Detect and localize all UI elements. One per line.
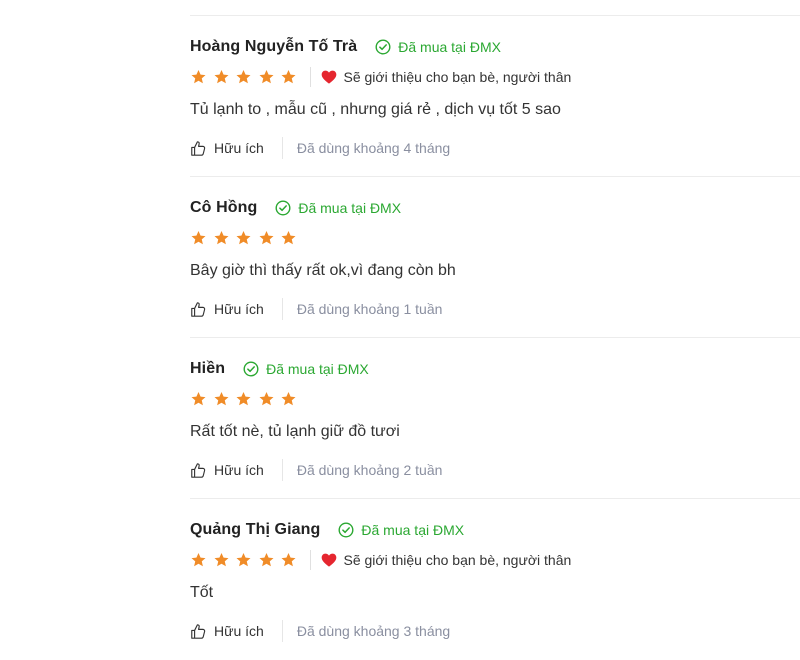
helpful-button[interactable]: Hữu ích <box>190 140 264 157</box>
review-content: Tủ lạnh to , mẫu cũ , nhưng giá rẻ , dịc… <box>190 101 561 118</box>
verified-purchase-badge: Đã mua tại ĐMX <box>375 39 501 55</box>
check-circle-icon <box>243 361 259 377</box>
thumbs-up-icon <box>191 623 206 639</box>
verified-purchase-badge: Đã mua tại ĐMX <box>275 200 401 216</box>
star-icon <box>281 553 296 567</box>
helpful-label: Hữu ích <box>214 140 264 156</box>
star-icon <box>281 231 296 245</box>
star-icon <box>259 553 273 567</box>
helpful-button[interactable]: Hữu ích <box>190 301 264 318</box>
rating-row <box>190 228 303 248</box>
reviewer-name: Hoàng Nguyễn Tố Trà <box>190 38 358 55</box>
star-icon <box>214 553 228 567</box>
helpful-button[interactable]: Hữu ích <box>190 462 264 479</box>
verified-label: Đã mua tại ĐMX <box>361 522 465 538</box>
review-header: Hiền Đã mua tại ĐMX <box>190 358 369 380</box>
star-rating <box>190 552 303 568</box>
review-header: Hoàng Nguyễn Tố Trà Đã mua tại ĐMX <box>190 36 501 58</box>
star-icon <box>236 70 251 84</box>
star-rating <box>190 69 303 85</box>
recommend-label: Sẽ giới thiệu cho bạn bè, người thân <box>343 69 572 85</box>
star-icon <box>281 70 296 84</box>
review-actions: Hữu ích Đã dùng khoảng 2 tuần <box>190 458 442 482</box>
star-icon <box>236 553 251 567</box>
review-header: Quảng Thị Giang Đã mua tại ĐMX <box>190 519 464 541</box>
rating-row: Sẽ giới thiệu cho bạn bè, người thân <box>190 67 571 87</box>
star-icon <box>259 392 273 406</box>
helpful-label: Hữu ích <box>214 301 264 317</box>
thumbs-up-icon <box>191 462 206 478</box>
helpful-label: Hữu ích <box>214 462 264 478</box>
usage-duration: Đã dùng khoảng 3 tháng <box>281 620 450 642</box>
review-header: Cô Hồng Đã mua tại ĐMX <box>190 197 401 219</box>
review-actions: Hữu ích Đã dùng khoảng 3 tháng <box>190 619 450 643</box>
rating-row: Sẽ giới thiệu cho bạn bè, người thân <box>190 550 571 570</box>
reviewer-name: Hiền <box>190 360 226 377</box>
review-content: Tốt <box>190 584 214 601</box>
helpful-button[interactable]: Hữu ích <box>190 623 264 640</box>
recommend-badge: Sẽ giới thiệu cho bạn bè, người thân <box>309 67 572 87</box>
star-icon <box>214 70 228 84</box>
star-icon <box>236 392 251 406</box>
review-content: Rất tốt nè, tủ lạnh giữ đồ tươi <box>190 423 400 440</box>
star-icon <box>191 231 206 245</box>
review-item: Quảng Thị Giang Đã mua tại ĐMX Sẽ giới t… <box>190 499 800 660</box>
star-icon <box>191 553 206 567</box>
star-icon <box>236 231 251 245</box>
recommend-badge: Sẽ giới thiệu cho bạn bè, người thân <box>309 550 572 570</box>
star-icon <box>191 70 206 84</box>
heart-icon <box>321 70 336 84</box>
star-icon <box>281 392 296 406</box>
review-actions: Hữu ích Đã dùng khoảng 1 tuần <box>190 297 442 321</box>
review-item: Cô Hồng Đã mua tại ĐMX Bây giờ thì thấy … <box>190 177 800 338</box>
reviewer-name: Quảng Thị Giang <box>190 521 321 538</box>
thumbs-up-icon <box>191 301 206 317</box>
rating-row <box>190 389 303 409</box>
star-icon <box>191 392 206 406</box>
review-actions: Hữu ích Đã dùng khoảng 4 tháng <box>190 136 450 160</box>
recommend-label: Sẽ giới thiệu cho bạn bè, người thân <box>343 552 572 568</box>
star-rating <box>190 391 303 407</box>
verified-purchase-badge: Đã mua tại ĐMX <box>338 522 464 538</box>
star-icon <box>259 70 273 84</box>
thumbs-up-icon <box>191 140 206 156</box>
usage-duration: Đã dùng khoảng 4 tháng <box>281 137 450 159</box>
verified-label: Đã mua tại ĐMX <box>398 39 501 55</box>
star-icon <box>259 231 273 245</box>
verified-purchase-badge: Đã mua tại ĐMX <box>243 361 369 377</box>
check-circle-icon <box>275 200 291 216</box>
check-circle-icon <box>338 522 354 538</box>
star-icon <box>214 392 228 406</box>
review-content: Bây giờ thì thấy rất ok,vì đang còn bh <box>190 262 456 279</box>
review-item: Hoàng Nguyễn Tố Trà Đã mua tại ĐMX Sẽ gi… <box>190 16 800 177</box>
heart-icon <box>321 553 336 567</box>
star-rating <box>190 230 303 246</box>
check-circle-icon <box>375 39 391 55</box>
verified-label: Đã mua tại ĐMX <box>298 200 402 216</box>
helpful-label: Hữu ích <box>214 623 264 639</box>
review-list: Hoàng Nguyễn Tố Trà Đã mua tại ĐMX Sẽ gi… <box>190 0 800 649</box>
usage-duration: Đã dùng khoảng 1 tuần <box>281 298 442 320</box>
review-item: Hiền Đã mua tại ĐMX Rất tốt nè, tủ lạnh … <box>190 338 800 499</box>
star-icon <box>214 231 228 245</box>
reviewer-name: Cô Hồng <box>190 199 258 216</box>
usage-duration: Đã dùng khoảng 2 tuần <box>281 459 442 481</box>
verified-label: Đã mua tại ĐMX <box>266 361 369 377</box>
